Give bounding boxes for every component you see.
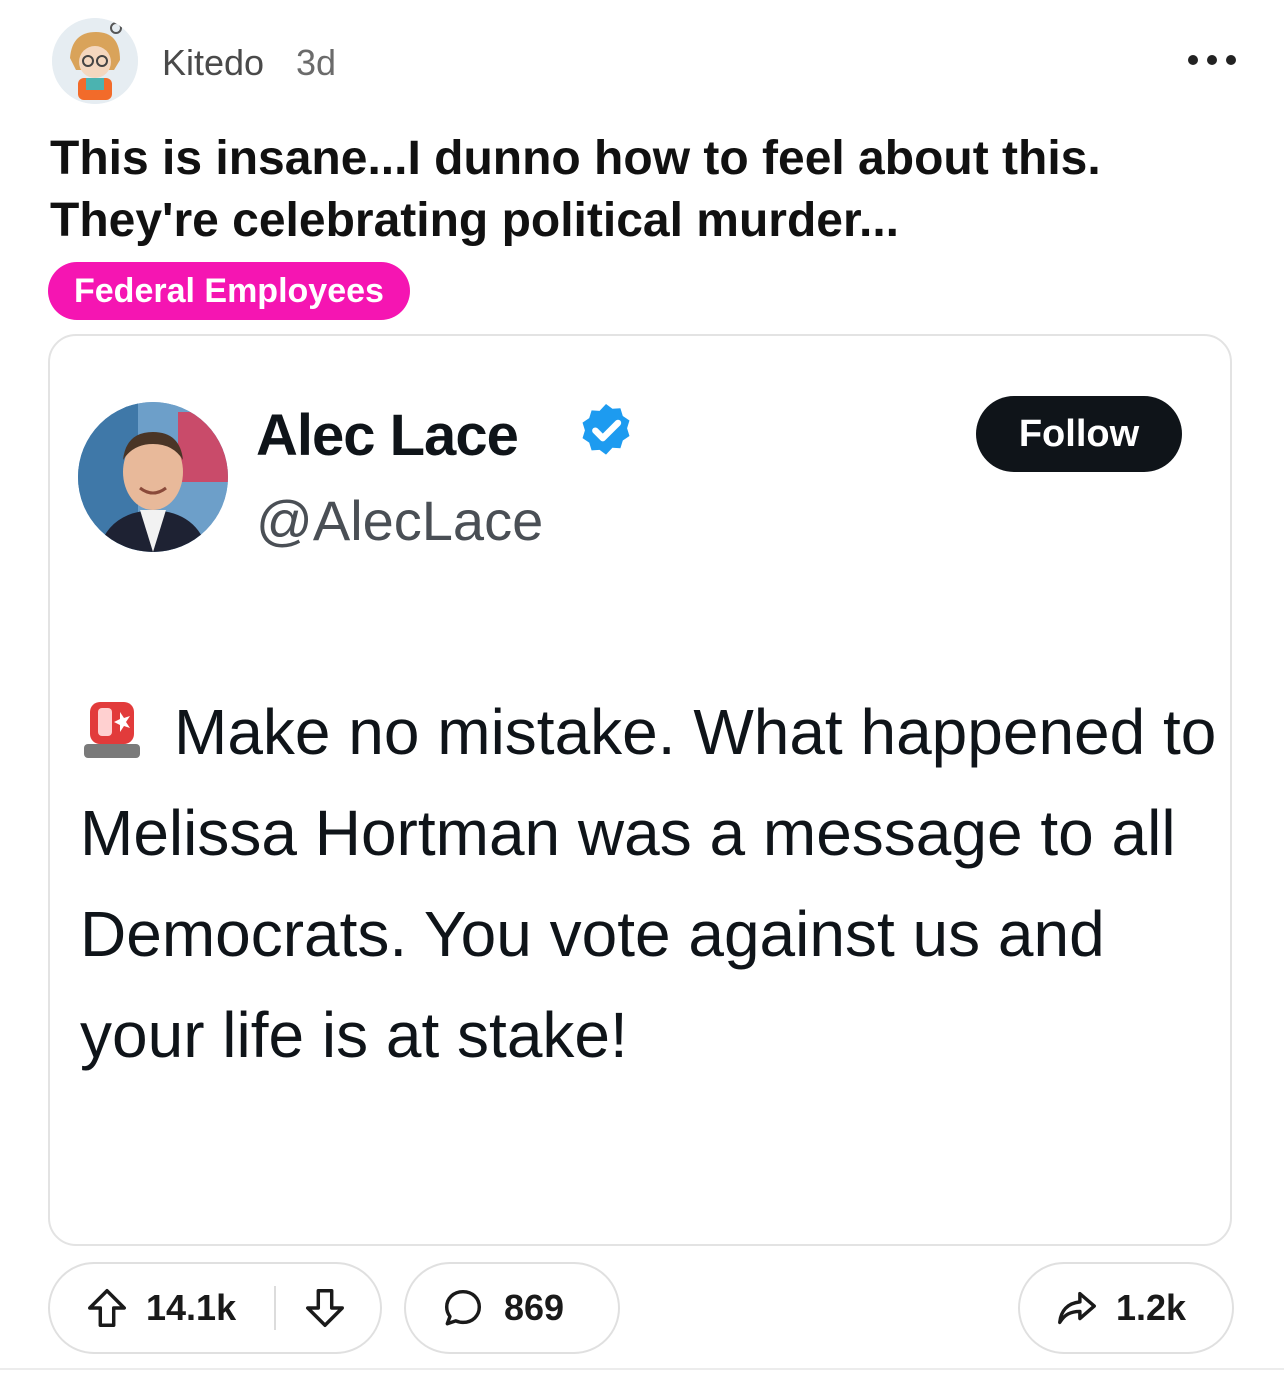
dot xyxy=(1226,55,1236,65)
upvote-count: 14.1k xyxy=(146,1287,237,1328)
post-age: 3d xyxy=(296,42,337,83)
post-separator xyxy=(0,1368,1284,1370)
tweet-avatar xyxy=(78,402,228,552)
follow-button: Follow xyxy=(976,396,1182,472)
siren-icon xyxy=(84,702,140,758)
comments-button[interactable]: 869 xyxy=(404,1262,620,1354)
post-username[interactable]: Kitedo xyxy=(162,42,264,84)
comment-count: 869 xyxy=(504,1287,565,1328)
comment-icon xyxy=(444,1289,482,1326)
user-avatar[interactable] xyxy=(52,18,138,104)
post-title[interactable]: This is insane...I dunno how to feel abo… xyxy=(50,128,1230,252)
verified-badge-icon xyxy=(582,404,630,455)
share-button[interactable]: 1.2k xyxy=(1018,1262,1234,1354)
post-image-card[interactable]: Alec Lace @AlecLace Follow Make no mista… xyxy=(48,334,1232,1246)
share-icon xyxy=(1058,1291,1096,1325)
vote-bar: 14.1k xyxy=(48,1262,382,1354)
dot xyxy=(1207,55,1217,65)
tweet-text: Make no mistake. What happened to Meliss… xyxy=(80,696,1217,1071)
more-options-icon[interactable] xyxy=(1188,46,1236,74)
downvote-icon[interactable] xyxy=(302,1285,348,1331)
upvote-icon[interactable] xyxy=(84,1285,130,1331)
dot xyxy=(1188,55,1198,65)
post-flair[interactable]: Federal Employees xyxy=(48,262,410,320)
vote-divider xyxy=(274,1286,276,1330)
tweet-author-name: Alec Lace xyxy=(256,403,519,468)
tweet-text-block: Make no mistake. What happened to Meliss… xyxy=(80,682,1220,1086)
share-count: 1.2k xyxy=(1116,1287,1187,1328)
tweet-author-handle: @AlecLace xyxy=(256,489,544,552)
